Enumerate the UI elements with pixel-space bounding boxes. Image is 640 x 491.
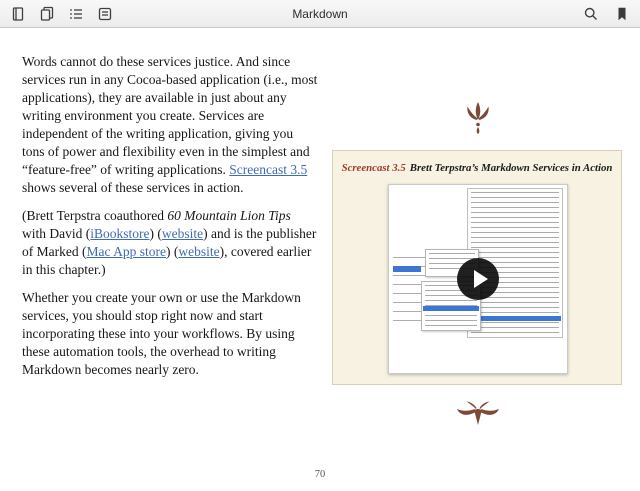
fleuron-top-ornament: [332, 101, 624, 140]
paragraph: Words cannot do these services justice. …: [22, 53, 318, 197]
figure-caption: Screencast 3.5 Brett Terpstra’s Markdown …: [337, 162, 617, 175]
text-selection-highlight: [393, 266, 421, 272]
library-icon[interactable]: [10, 6, 26, 22]
body-text: Words cannot do these services justice. …: [22, 54, 318, 177]
bookmark-icon[interactable]: [614, 6, 630, 22]
toolbar-right-group: [583, 0, 630, 27]
body-text: with David (: [22, 226, 91, 241]
screencast-figure: Screencast 3.5 Brett Terpstra’s Markdown …: [332, 150, 622, 385]
figure-caption-title: Brett Terpstra’s Markdown Services in Ac…: [409, 162, 613, 174]
books-icon[interactable]: [39, 6, 55, 22]
book-title-text: 60 Mountain Lion Tips: [167, 208, 291, 223]
inline-link[interactable]: Screencast 3.5: [229, 162, 307, 177]
figure-caption-label: Screencast 3.5: [341, 162, 406, 174]
inline-link[interactable]: website: [178, 244, 219, 259]
page-text-column: Words cannot do these services justice. …: [22, 53, 318, 389]
paragraph: Whether you create your own or use the M…: [22, 289, 318, 379]
fleuron-bottom-ornament: [332, 399, 624, 431]
body-text: (Brett Terpstra coauthored: [22, 208, 168, 223]
body-text: shows several of these services in actio…: [22, 180, 244, 195]
inline-link[interactable]: Mac App store: [86, 244, 165, 259]
video-thumbnail[interactable]: [388, 184, 568, 374]
page-number: 70: [314, 469, 326, 480]
toc-icon[interactable]: [68, 6, 84, 22]
body-text: ) (: [149, 226, 162, 241]
paragraph: (Brett Terpstra coauthored 60 Mountain L…: [22, 207, 318, 279]
body-text: ) (: [165, 244, 179, 259]
popup-selected-row: [423, 306, 479, 311]
menu-selected-row: [469, 316, 561, 321]
toolbar: Markdown: [0, 0, 640, 28]
notes-icon[interactable]: [97, 6, 113, 22]
body-text: Whether you create your own or use the M…: [22, 290, 301, 377]
search-icon[interactable]: [583, 6, 599, 22]
inline-link[interactable]: website: [162, 226, 203, 241]
play-icon[interactable]: [457, 258, 499, 300]
inline-link[interactable]: iBookstore: [90, 226, 149, 241]
toolbar-left-group: [10, 0, 113, 27]
